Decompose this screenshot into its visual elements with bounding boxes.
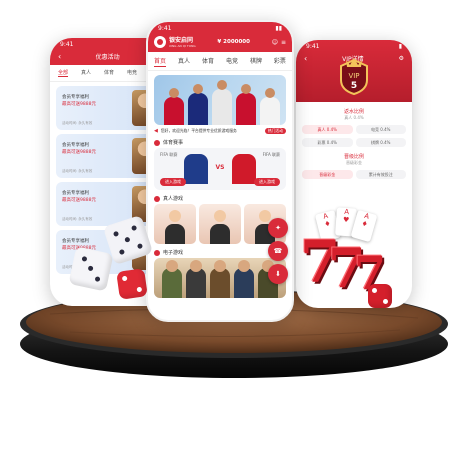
enter-game-button[interactable]: 进入游戏: [254, 178, 280, 186]
rebate-pill: 电竞 0.4%: [355, 125, 406, 134]
banner-player: [260, 88, 280, 125]
vip-crest-icon: VIP 5: [340, 58, 368, 96]
hero-banner[interactable]: [154, 75, 286, 125]
section-title: 体育赛事: [163, 140, 184, 146]
player-left: [184, 154, 208, 184]
floating-shortcuts: ✦ ☎ ⬇: [268, 218, 288, 284]
rebate-hint: 真人 0.4%: [344, 115, 364, 120]
banner-player: [164, 88, 184, 125]
live-game-card[interactable]: [154, 204, 196, 244]
gift-icon[interactable]: ✦: [268, 218, 288, 238]
hot-activity-badge[interactable]: 热门活动: [264, 128, 286, 134]
logo-subtext: XING AN QI TONG: [169, 43, 196, 48]
status-time: 9:41: [306, 42, 320, 50]
service-icon[interactable]: ☎: [268, 241, 288, 261]
app-download-icon[interactable]: ⬇: [268, 264, 288, 284]
main-nav: 首页 真人 体育 电竞 棋牌 彩票: [148, 52, 292, 71]
battery-icon: ▮▮: [275, 24, 282, 32]
promo-foot: 活动时间: 永久有效: [62, 169, 93, 173]
status-time: 9:41: [60, 40, 74, 48]
brand-logo[interactable]: 银安启同 XING AN QI TONG: [154, 36, 196, 48]
battery-icon: ▮: [398, 42, 402, 50]
section-egames: 电子游戏: [154, 249, 286, 256]
tab-esports[interactable]: 电竞: [127, 69, 137, 77]
status-bar: 9:41 ▮▮: [148, 22, 292, 34]
enter-game-button[interactable]: 进入游戏: [160, 178, 186, 186]
speaker-icon: ◀: [154, 128, 158, 134]
back-arrow-icon[interactable]: ‹: [58, 52, 61, 61]
upgrade-pill: 累计有效投注: [355, 170, 406, 179]
promo-foot: 活动时间: 永久有效: [62, 121, 93, 125]
section-live: 真人游戏: [154, 195, 286, 202]
dice-decoration: [116, 268, 148, 300]
menu-icon[interactable]: ≡: [281, 39, 286, 46]
versus-label: VS: [215, 164, 225, 171]
league-label: FIFA 联赛: [262, 152, 280, 157]
settings-icon[interactable]: ⚙: [399, 55, 404, 62]
nav-sports[interactable]: 体育: [202, 56, 214, 67]
status-time: 9:41: [158, 24, 172, 32]
rebate-pill: 棋牌 0.4%: [355, 138, 406, 147]
notice-text: 您好，欢迎光临！平台提供专业优质游戏服务: [160, 128, 237, 133]
nav-live[interactable]: 真人: [178, 56, 190, 67]
user-icon[interactable]: ☺: [272, 39, 278, 46]
status-bar: 9:41 ▮: [296, 40, 412, 52]
upgrade-hint: 晋级彩金: [346, 160, 362, 165]
vip-header: 9:41▮ ‹ VIP详情 ⚙ VIP 5: [296, 40, 412, 102]
vip-label: VIP: [348, 72, 359, 80]
rebate-pill: 真人 0.4%: [302, 125, 353, 134]
home-header: 9:41 ▮▮ 银安启同 XING AN QI TONG ¥ 2000000 ☺ …: [148, 22, 292, 52]
egame-icon: [154, 249, 160, 256]
dice-decoration: [68, 246, 114, 292]
banner-player: [188, 84, 208, 125]
league-label: FIFA 联赛: [160, 152, 178, 157]
sports-icon: [154, 139, 160, 146]
match-card[interactable]: FIFA 联赛 FIFA 联赛 VS 进入游戏 进入游戏: [154, 148, 286, 190]
egame-banner[interactable]: [154, 258, 286, 298]
rebate-title: 返水比例: [343, 109, 364, 115]
tab-live[interactable]: 真人: [81, 69, 91, 77]
nav-cards[interactable]: 棋牌: [250, 56, 262, 67]
nav-home[interactable]: 首页: [154, 56, 167, 67]
page-title: 优惠活动: [95, 54, 120, 61]
nav-lottery[interactable]: 彩票: [274, 56, 286, 67]
section-title: 电子游戏: [163, 250, 184, 256]
banner-player: [236, 84, 256, 125]
tab-sports[interactable]: 体育: [104, 69, 114, 77]
player-right: [232, 154, 256, 184]
phone-home: 9:41 ▮▮ 银安启同 XING AN QI TONG ¥ 2000000 ☺ …: [146, 20, 294, 322]
back-arrow-icon[interactable]: ‹: [304, 54, 307, 63]
logo-text: 银安启同: [169, 36, 194, 44]
game-character: [210, 260, 230, 298]
rebate-pill: 彩票 0.4%: [302, 138, 353, 147]
banner-player: [212, 80, 232, 125]
upgrade-title: 晋级比例: [343, 154, 364, 160]
section-sports: 体育赛事: [154, 139, 286, 146]
notice-bar[interactable]: ◀ 您好，欢迎光临！平台提供专业优质游戏服务 热门活动: [154, 128, 286, 134]
live-icon: [154, 195, 160, 202]
vip-number: 5: [351, 81, 357, 91]
wallet-balance[interactable]: ¥ 2000000: [217, 39, 250, 45]
section-title: 真人游戏: [163, 196, 184, 202]
tab-all[interactable]: 全部: [58, 69, 69, 77]
dice-decoration: [368, 284, 392, 308]
logo-mark-icon: [154, 36, 166, 48]
game-character: [162, 260, 182, 298]
game-character: [186, 260, 206, 298]
upgrade-pill: 晋级彩金: [302, 170, 353, 179]
nav-esports[interactable]: 电竞: [226, 56, 238, 67]
promo-foot: 活动时间: 永久有效: [62, 217, 93, 221]
live-game-card[interactable]: [199, 204, 241, 244]
live-games-grid: [154, 204, 286, 244]
game-character: [234, 260, 254, 298]
